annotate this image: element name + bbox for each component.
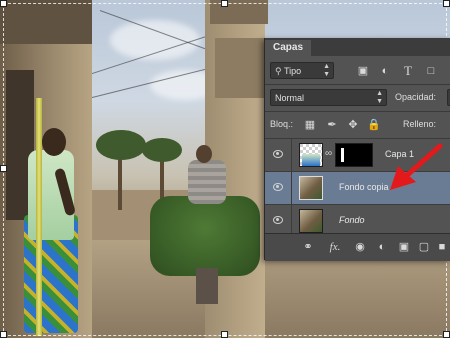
link-icon[interactable]: ⚭ [301,240,315,254]
trash-icon[interactable]: ■ [435,240,449,254]
fx-icon[interactable]: fx. [325,240,345,254]
blend-mode-select[interactable]: Normal ▲ ▼ [270,89,387,106]
fill-label: Relleno: [403,119,437,129]
lock-row: Bloq.: ▦ ✒ ✥ 🔒 Relleno: [265,114,450,136]
lock-all-icon[interactable]: 🔒 [367,118,381,132]
opacity-label: Opacidad: [395,92,437,102]
transform-handle[interactable] [443,331,450,338]
filter-kind-value: Tipo [283,66,302,76]
layer-thumbnail [299,209,323,233]
blend-row: Normal ▲ ▼ Opacidad: [265,87,450,109]
eye-icon[interactable] [273,150,283,158]
adjustment-filter-icon[interactable]: ◐ [378,64,392,78]
layer-thumbnail [299,143,323,167]
transform-handle[interactable] [0,0,7,7]
divider [265,111,450,112]
new-group-icon[interactable]: ▣ [397,240,411,254]
shape-filter-icon[interactable]: □ [424,64,438,78]
lock-transparency-icon[interactable]: ▦ [303,118,317,132]
transform-handle[interactable] [443,0,450,7]
transform-handle[interactable] [221,0,228,7]
panel-footer: ⚭ fx. ◉ ◐ ▣ ▢ ■ [265,233,450,261]
lock-pixels-icon[interactable]: ✒ [325,118,339,132]
chevron-updown-icon: ▲ ▼ [376,90,383,105]
image-filter-icon[interactable]: ▣ [356,64,370,78]
divider [291,139,292,172]
mask-link-icon[interactable]: ∞ [325,148,333,162]
lock-position-icon[interactable]: ✥ [346,118,360,132]
new-layer-icon[interactable]: ▢ [417,240,431,254]
transform-handle[interactable] [0,165,7,172]
search-icon: ⚲ [275,66,282,76]
layer-name: Fondo copia [339,182,389,192]
layer-thumbnail-content [302,154,320,166]
eye-icon[interactable] [273,183,283,191]
layer-name: Fondo [339,215,365,225]
panel-tab-bar: Capas [265,38,450,56]
transform-handle[interactable] [221,331,228,338]
lock-label: Bloq.: [270,119,294,129]
blend-mode-value: Normal [275,93,305,103]
eye-icon[interactable] [273,216,283,224]
text-filter-icon[interactable]: T [401,64,415,78]
layer-mask-thumbnail[interactable] [335,143,373,167]
layer-thumbnail [299,176,323,200]
tab-capas[interactable]: Capas [265,40,312,56]
divider [265,84,450,85]
filter-row: ⚲ Tipo ▲ ▼ ▣ ◐ T □ [265,60,450,82]
chevron-updown-icon: ▲ ▼ [323,63,330,78]
divider [291,172,292,205]
adjustment-layer-icon[interactable]: ◐ [375,240,389,254]
arrow-shaft [401,143,443,181]
annotation-arrow [390,143,443,190]
transform-handle[interactable] [0,331,7,338]
add-mask-icon[interactable]: ◉ [353,240,367,254]
filter-kind-select[interactable]: ⚲ Tipo ▲ ▼ [270,62,334,79]
